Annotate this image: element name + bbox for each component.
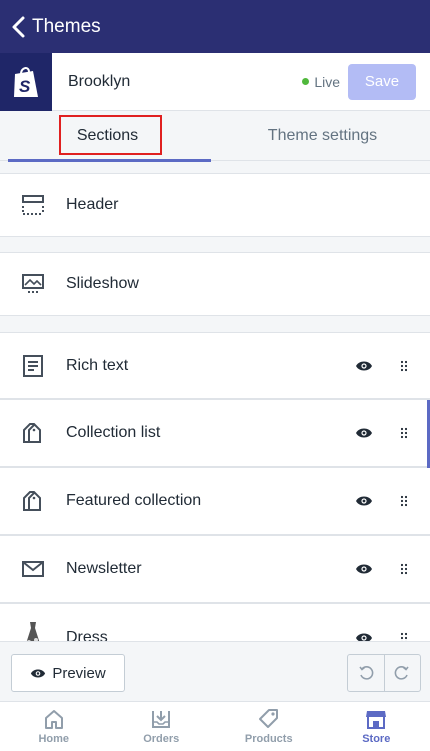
shopify-logo-icon: S xyxy=(0,52,52,111)
nav-store[interactable]: Store xyxy=(323,702,430,751)
dress-thumbnail xyxy=(0,620,66,641)
save-button[interactable]: Save xyxy=(348,63,416,100)
drag-handle[interactable] xyxy=(384,360,424,372)
envelope-icon xyxy=(0,560,66,578)
section-label: Newsletter xyxy=(66,560,142,577)
section-row-collection-list[interactable]: Collection list xyxy=(0,399,430,467)
drag-handle[interactable] xyxy=(384,495,424,507)
visibility-toggle[interactable] xyxy=(344,427,384,439)
section-label: Featured collection xyxy=(66,492,202,509)
tab-bar: Sections Theme settings xyxy=(0,111,430,162)
top-bar: Themes xyxy=(0,0,430,53)
section-row-slideshow[interactable]: Slideshow xyxy=(0,252,430,316)
section-label: Dress xyxy=(66,628,108,642)
drag-handle-icon xyxy=(401,427,407,439)
collection-icon xyxy=(0,489,66,513)
visibility-toggle[interactable] xyxy=(344,632,384,641)
section-label: Collection list xyxy=(66,424,161,441)
drag-handle[interactable] xyxy=(384,632,424,641)
eye-icon xyxy=(356,496,372,506)
chevron-left-icon xyxy=(12,16,25,37)
section-row-rich-text[interactable]: Rich text xyxy=(0,332,430,399)
visibility-toggle[interactable] xyxy=(344,563,384,575)
drag-handle-icon xyxy=(401,632,407,641)
nav-orders[interactable]: Orders xyxy=(108,702,216,751)
eye-icon xyxy=(356,428,372,438)
nav-label: Products xyxy=(244,732,293,745)
section-row-newsletter[interactable]: Newsletter xyxy=(0,535,430,603)
nav-label: Orders xyxy=(143,732,180,745)
undo-icon xyxy=(359,666,374,680)
eye-icon xyxy=(356,633,372,641)
nav-label: Store xyxy=(362,732,391,745)
redo-button[interactable] xyxy=(383,655,420,691)
eye-icon xyxy=(356,564,372,574)
section-label: Slideshow xyxy=(66,275,139,292)
preview-label: Preview xyxy=(52,664,106,682)
redo-icon xyxy=(395,666,410,680)
preview-button[interactable]: Preview xyxy=(11,654,125,692)
collection-icon xyxy=(0,421,66,445)
drag-handle-icon xyxy=(401,563,407,575)
bottom-nav: Home Orders Products Store xyxy=(0,701,430,751)
home-icon xyxy=(44,709,63,729)
theme-name: Brooklyn xyxy=(68,72,131,90)
header-layout-icon xyxy=(0,194,66,216)
live-label: Live xyxy=(314,73,340,90)
editor-footer: Preview xyxy=(0,641,430,701)
logo-letter: S xyxy=(19,77,31,96)
history-controls xyxy=(347,654,421,692)
section-label: Rich text xyxy=(66,356,129,374)
rich-text-icon xyxy=(0,354,66,378)
tag-icon xyxy=(258,708,278,728)
drag-handle-icon xyxy=(401,360,407,371)
drag-handle[interactable] xyxy=(384,427,424,439)
section-row-dress[interactable]: Dress xyxy=(0,603,430,641)
drag-handle-icon xyxy=(401,495,407,507)
store-icon xyxy=(366,710,387,729)
drag-handle[interactable] xyxy=(384,563,424,575)
tab-theme-settings[interactable]: Theme settings xyxy=(215,111,430,161)
visibility-toggle[interactable] xyxy=(344,360,384,372)
tab-sections[interactable]: Sections xyxy=(0,111,215,162)
live-status: Live xyxy=(302,74,340,90)
visibility-toggle[interactable] xyxy=(344,495,384,507)
eye-icon xyxy=(356,361,372,370)
nav-home[interactable]: Home xyxy=(0,702,108,751)
sections-list: Header Slideshow Rich text Collection li… xyxy=(0,161,430,641)
eye-icon xyxy=(31,669,46,677)
back-button[interactable]: Themes xyxy=(0,15,101,39)
slideshow-icon xyxy=(0,273,66,295)
nav-label: Home xyxy=(38,732,70,745)
orders-icon xyxy=(152,710,171,728)
nav-products[interactable]: Products xyxy=(215,702,323,751)
live-dot xyxy=(302,78,310,85)
undo-button[interactable] xyxy=(348,655,384,691)
section-label: Header xyxy=(66,196,119,213)
section-row-header[interactable]: Header xyxy=(0,173,430,237)
theme-header: S Brooklyn Live Save xyxy=(0,52,430,111)
section-row-featured-collection[interactable]: Featured collection xyxy=(0,467,430,535)
back-label: Themes xyxy=(32,15,101,37)
